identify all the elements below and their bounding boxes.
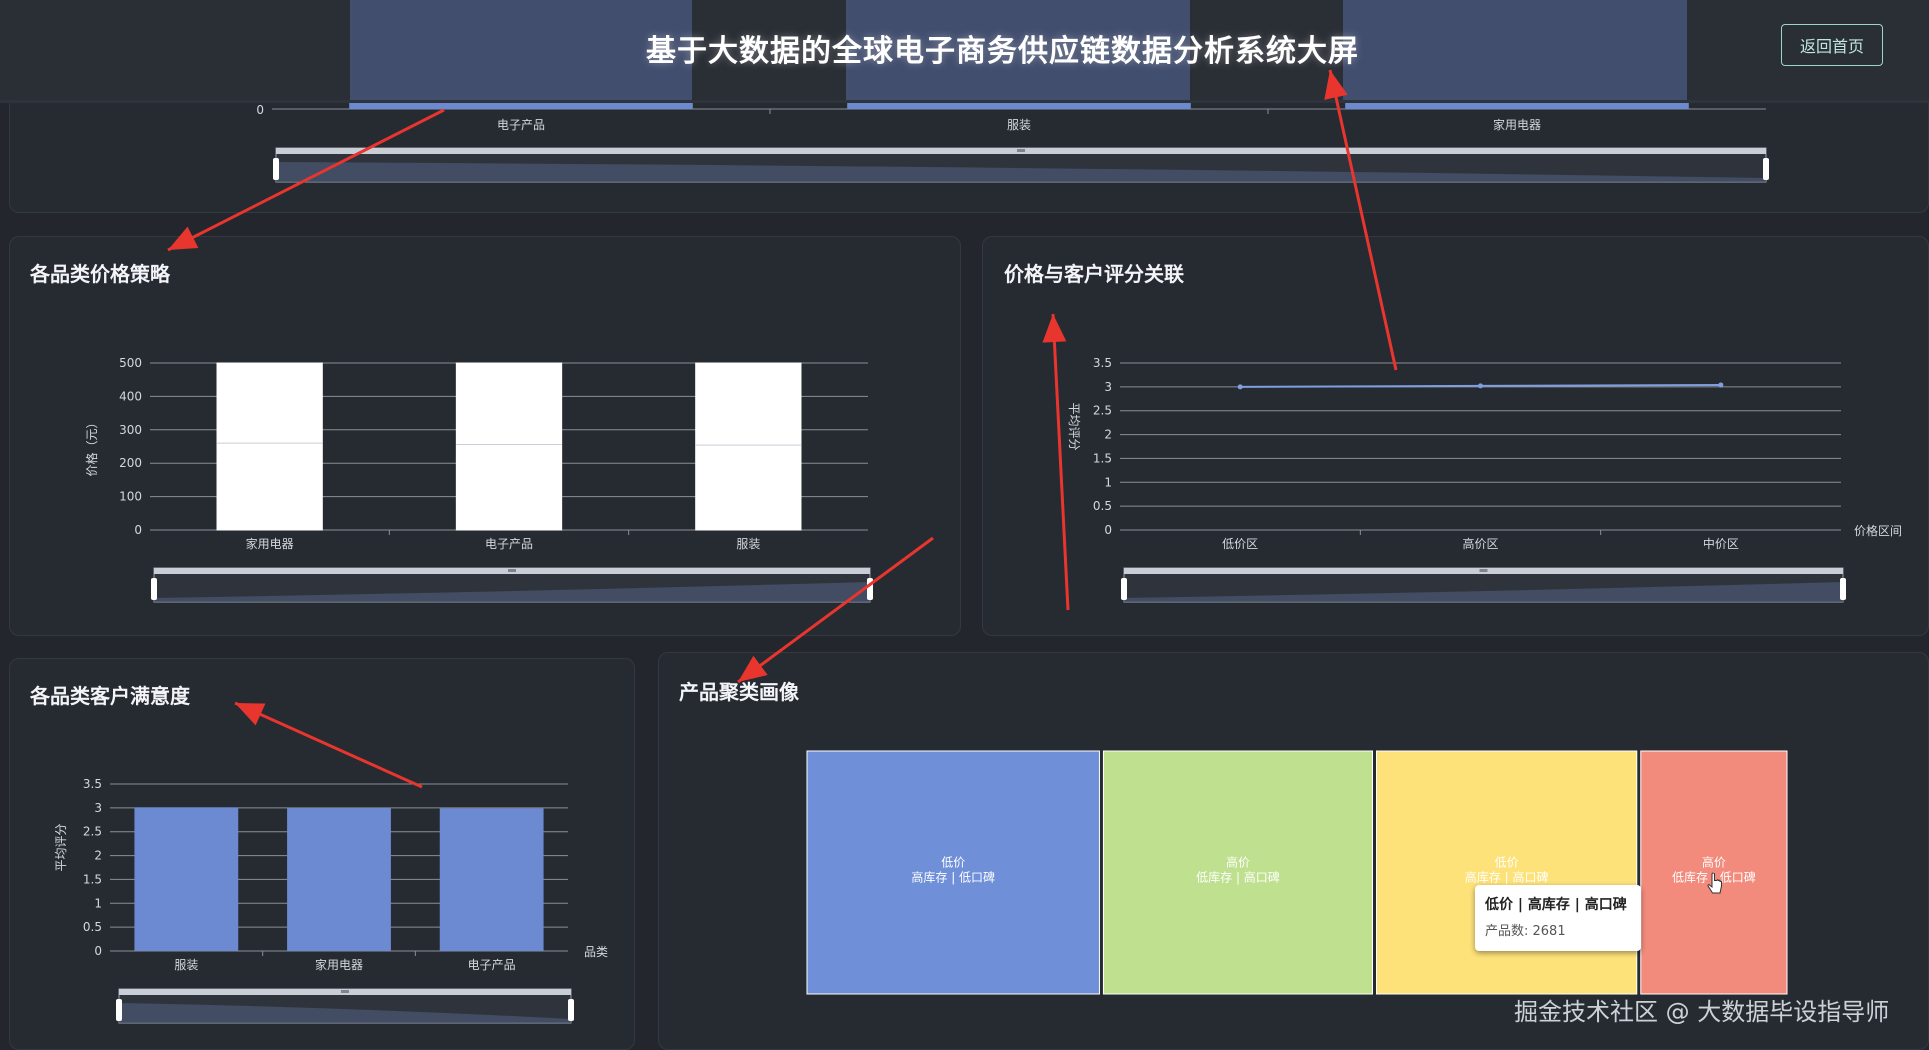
annotation-arrow-line bbox=[167, 108, 445, 252]
annotation-arrow-line bbox=[1328, 69, 1398, 371]
annotation-arrow-line bbox=[234, 701, 423, 789]
watermark-text: 掘金技术社区 @ 大数据毕设指导师 bbox=[1514, 998, 1890, 1026]
annotation-arrow-head bbox=[1324, 70, 1348, 100]
annotation-arrow-head bbox=[738, 655, 768, 682]
annotation-arrow-line bbox=[737, 536, 934, 684]
annotation-arrow-head bbox=[1042, 314, 1067, 343]
annotation-arrow-line bbox=[1051, 313, 1070, 611]
annotation-arrows bbox=[167, 69, 1398, 789]
